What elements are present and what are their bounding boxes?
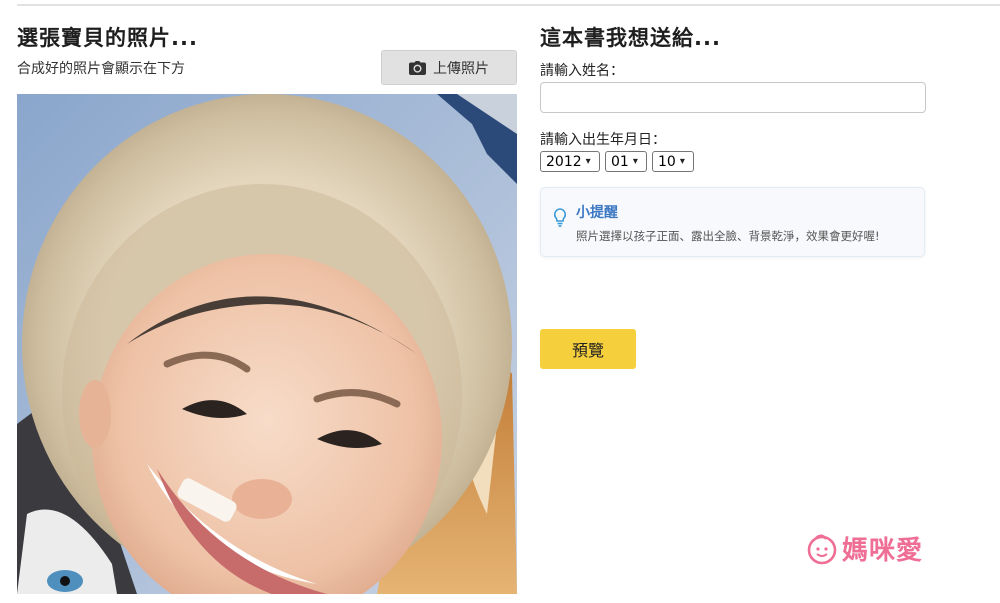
photo-section-subtitle: 合成好的照片會顯示在下方	[17, 61, 185, 77]
birth-month-select[interactable]: 01 ▾	[605, 151, 647, 172]
birth-year-select[interactable]: 2012 ▾	[540, 151, 600, 172]
preview-button[interactable]: 預覽	[540, 329, 636, 369]
upload-photo-button[interactable]: 上傳照片	[381, 50, 517, 85]
top-divider	[17, 4, 1000, 6]
name-label: 請輸入姓名：	[540, 63, 624, 79]
tip-text: 照片選擇以孩子正面、露出全臉、背景乾淨，效果會更好喔!	[576, 229, 880, 243]
baby-face-logo	[807, 534, 837, 564]
birth-day-value: 10	[658, 153, 676, 170]
composited-photo	[17, 94, 517, 594]
tip-title: 小提醒	[576, 205, 618, 221]
tip-card: 小提醒 照片選擇以孩子正面、露出全臉、背景乾淨，效果會更好喔!	[540, 187, 925, 257]
chevron-down-icon: ▾	[585, 156, 591, 167]
photo-section-title: 選張寶貝的照片...	[17, 26, 198, 50]
brand-name: 媽咪愛	[842, 536, 924, 566]
chevron-down-icon: ▾	[632, 156, 638, 167]
birth-year-value: 2012	[546, 153, 582, 170]
brand-watermark: 媽咪愛	[806, 530, 923, 567]
page: 選張寶貝的照片... 合成好的照片會顯示在下方 上傳照片 這本書我想送給... …	[0, 0, 1000, 603]
recipient-section-title: 這本書我想送給...	[540, 26, 721, 50]
child-photo-illustration	[17, 94, 517, 594]
camera-icon	[409, 60, 426, 75]
upload-photo-label: 上傳照片	[433, 60, 489, 77]
lightbulb-icon	[554, 208, 566, 227]
birthday-label: 請輸入出生年月日：	[540, 132, 666, 148]
name-field[interactable]	[540, 82, 926, 113]
chevron-down-icon: ▾	[679, 156, 685, 167]
birth-month-value: 01	[611, 153, 629, 170]
birth-day-select[interactable]: 10 ▾	[652, 151, 694, 172]
